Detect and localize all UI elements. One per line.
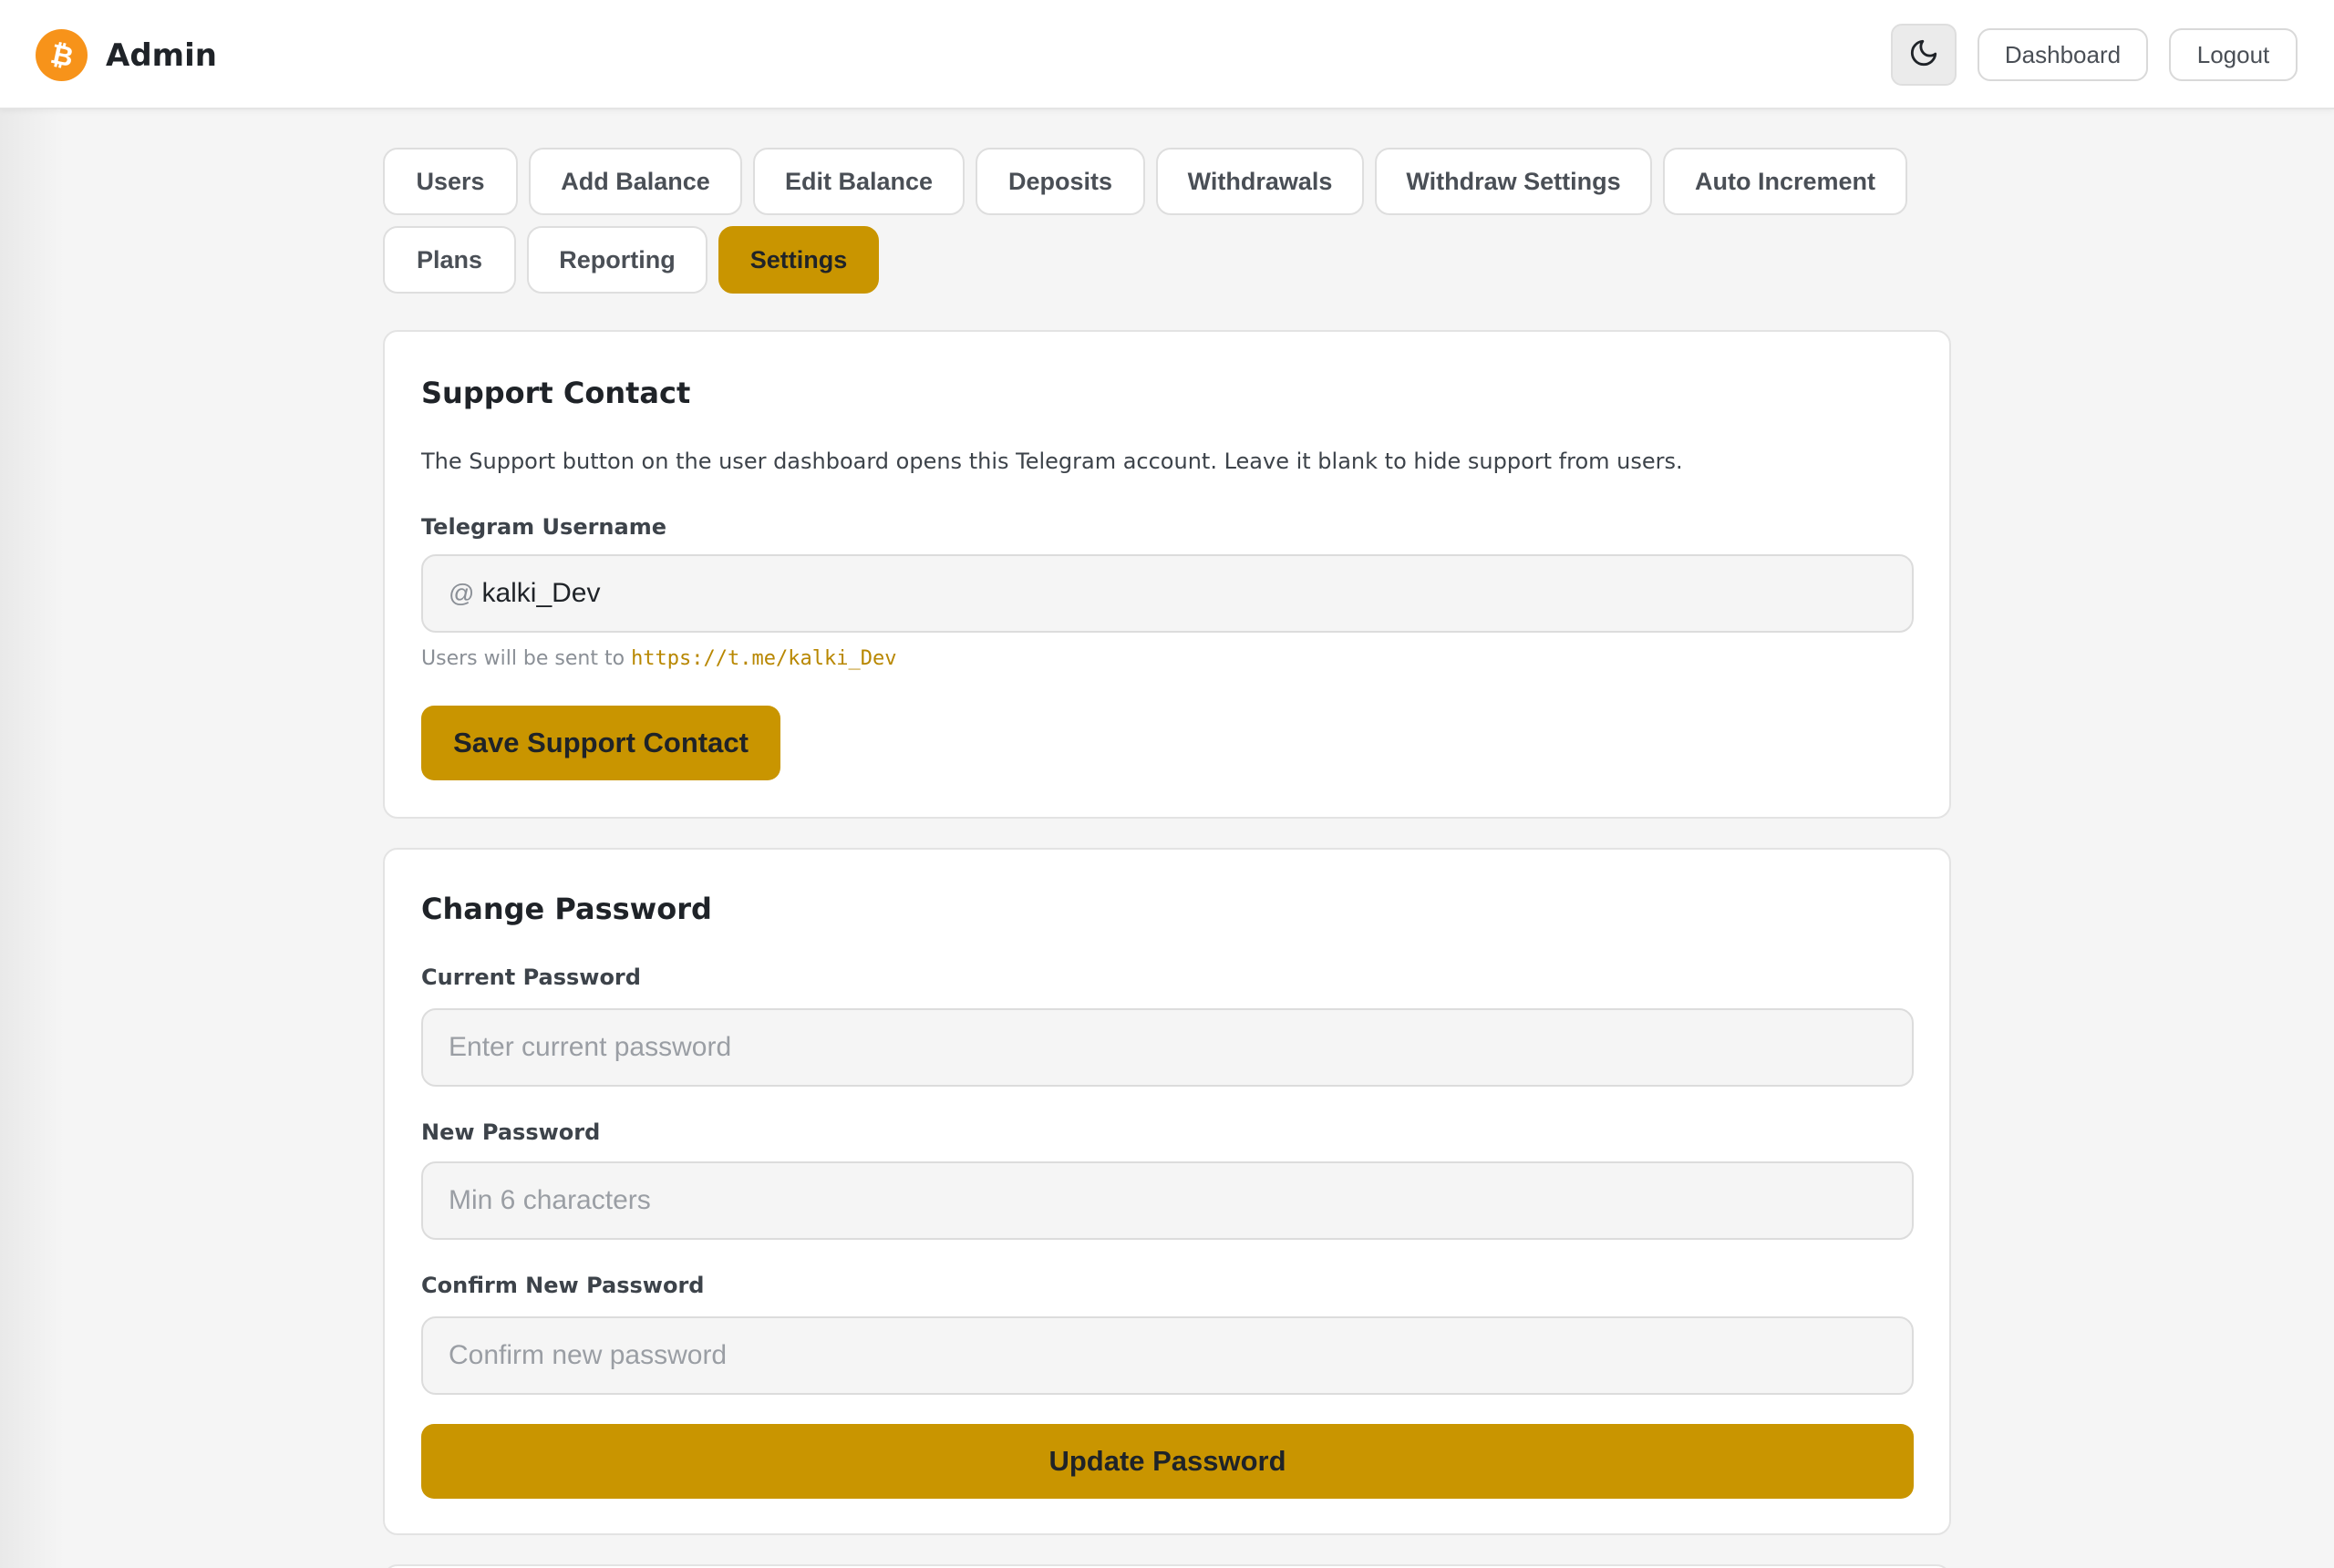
- tab-plans[interactable]: Plans: [383, 226, 516, 294]
- tab-deposits[interactable]: Deposits: [976, 148, 1145, 215]
- tab-add-balance[interactable]: Add Balance: [529, 148, 742, 215]
- left-shade: [0, 109, 64, 1568]
- tab-users[interactable]: Users: [383, 148, 518, 215]
- logout-button[interactable]: Logout: [2169, 28, 2298, 81]
- hint-text: Users will be sent to: [421, 647, 625, 670]
- new-password-input[interactable]: Min 6 characters: [421, 1161, 1914, 1240]
- svg-text:₿: ₿: [47, 37, 76, 73]
- new-password-label: New Password: [421, 1119, 601, 1145]
- telegram-link[interactable]: https://t.me/kalki_Dev: [631, 647, 896, 670]
- page-title: Admin: [106, 36, 217, 74]
- brand[interactable]: ₿ Admin: [36, 29, 217, 81]
- theme-toggle-button[interactable]: [1891, 24, 1957, 86]
- dashboard-button[interactable]: Dashboard: [1978, 28, 2148, 81]
- top-bar: ₿ Admin Dashboard Logout: [0, 0, 2334, 109]
- confirm-password-input[interactable]: Confirm new password: [421, 1316, 1914, 1395]
- next-card-edge: [383, 1564, 1951, 1568]
- change-password-card: Change Password Current Password Enter c…: [383, 848, 1951, 1535]
- telegram-username-value: kalki_Dev: [481, 578, 601, 608]
- bitcoin-icon: ₿: [36, 29, 88, 81]
- telegram-link-hint: Users will be sent to https://t.me/kalki…: [421, 647, 896, 670]
- save-support-contact-button[interactable]: Save Support Contact: [421, 706, 780, 780]
- tab-edit-balance[interactable]: Edit Balance: [753, 148, 965, 215]
- change-password-title: Change Password: [421, 892, 712, 926]
- tab-withdraw-settings[interactable]: Withdraw Settings: [1375, 148, 1652, 215]
- update-password-button[interactable]: Update Password: [421, 1424, 1914, 1499]
- tab-withdrawals[interactable]: Withdrawals: [1156, 148, 1364, 215]
- current-password-label: Current Password: [421, 965, 641, 990]
- telegram-username-label: Telegram Username: [421, 514, 666, 540]
- support-contact-card: Support Contact The Support button on th…: [383, 330, 1951, 819]
- confirm-password-placeholder: Confirm new password: [449, 1340, 728, 1370]
- tab-auto-increment[interactable]: Auto Increment: [1663, 148, 1907, 215]
- telegram-username-input[interactable]: @ kalki_Dev: [421, 554, 1914, 633]
- current-password-placeholder: Enter current password: [449, 1032, 732, 1062]
- support-contact-title: Support Contact: [421, 376, 691, 410]
- tab-reporting[interactable]: Reporting: [527, 226, 707, 294]
- tab-settings[interactable]: Settings: [718, 226, 879, 294]
- new-password-placeholder: Min 6 characters: [449, 1185, 651, 1215]
- at-prefix: @: [449, 579, 475, 607]
- moon-icon: [1908, 37, 1939, 73]
- support-contact-description: The Support button on the user dashboard…: [421, 449, 1683, 474]
- confirm-password-label: Confirm New Password: [421, 1273, 705, 1298]
- current-password-input[interactable]: Enter current password: [421, 1008, 1914, 1087]
